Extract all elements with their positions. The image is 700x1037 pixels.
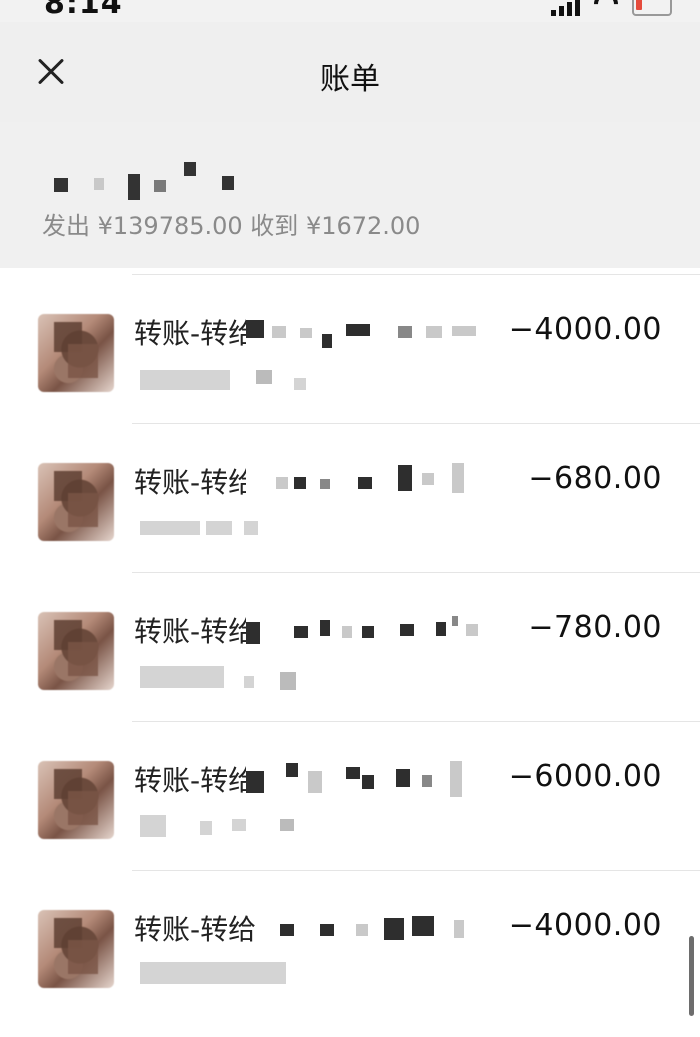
transaction-amount: −780.00 [528,610,662,645]
redacted-name [270,910,482,946]
divider [132,572,700,573]
divider [132,721,700,722]
avatar [38,463,114,541]
transaction-row[interactable]: 转账-转给 −680.00 [0,417,700,566]
divider [132,274,700,275]
redacted-time [140,960,320,990]
transaction-list: 转账-转给 −4000.00 转账-转给 −680.00 转账-转给 −780.… [0,268,700,1013]
transaction-amount: −4000.00 [508,312,662,347]
status-bar: 8:14 [0,0,700,22]
transaction-title: 转账-转给 [134,615,257,648]
status-time: 8:14 [44,0,123,21]
redacted-time [140,811,320,841]
nav-bar: 账单 [0,22,700,122]
scrollbar[interactable] [689,936,694,1016]
redacted-name [246,761,482,797]
transaction-amount: −6000.00 [508,759,662,794]
avatar [38,910,114,988]
redacted-time [140,513,320,543]
divider [132,870,700,871]
redacted-time [140,662,320,692]
wifi-icon [589,0,623,21]
divider [132,423,700,424]
redacted-time [140,364,320,394]
bill-screen: 8:14 账单 发出 ¥139785.00 收到 ¥1672.00 转账-转给 … [0,0,700,1037]
redacted-name [246,612,482,648]
avatar [38,761,114,839]
avatar [38,314,114,392]
month-selector-redacted[interactable] [46,160,246,210]
transaction-title: 转账-转给 [134,317,257,350]
avatar [38,612,114,690]
transaction-row[interactable]: 转账-转给 −780.00 [0,566,700,715]
transaction-row[interactable]: 转账-转给 −4000.00 [0,268,700,417]
transaction-amount: −680.00 [528,461,662,496]
page-title: 账单 [320,62,380,97]
transaction-title: 转账-转给 [134,466,257,499]
transaction-title: 转账-转给 [134,764,257,797]
transaction-row[interactable]: 转账-转给 −6000.00 [0,715,700,864]
battery-icon [632,0,672,16]
transaction-amount: −4000.00 [508,908,662,943]
month-summary[interactable]: 发出 ¥139785.00 收到 ¥1672.00 [0,122,700,268]
status-icons [551,0,672,21]
summary-totals: 发出 ¥139785.00 收到 ¥1672.00 [42,212,421,240]
transaction-row[interactable]: 转账-转给 −4000.00 [0,864,700,1013]
signal-icon [551,0,580,16]
redacted-name [246,463,468,499]
transaction-title: 转账-转给 [134,913,257,946]
redacted-name [246,314,482,350]
